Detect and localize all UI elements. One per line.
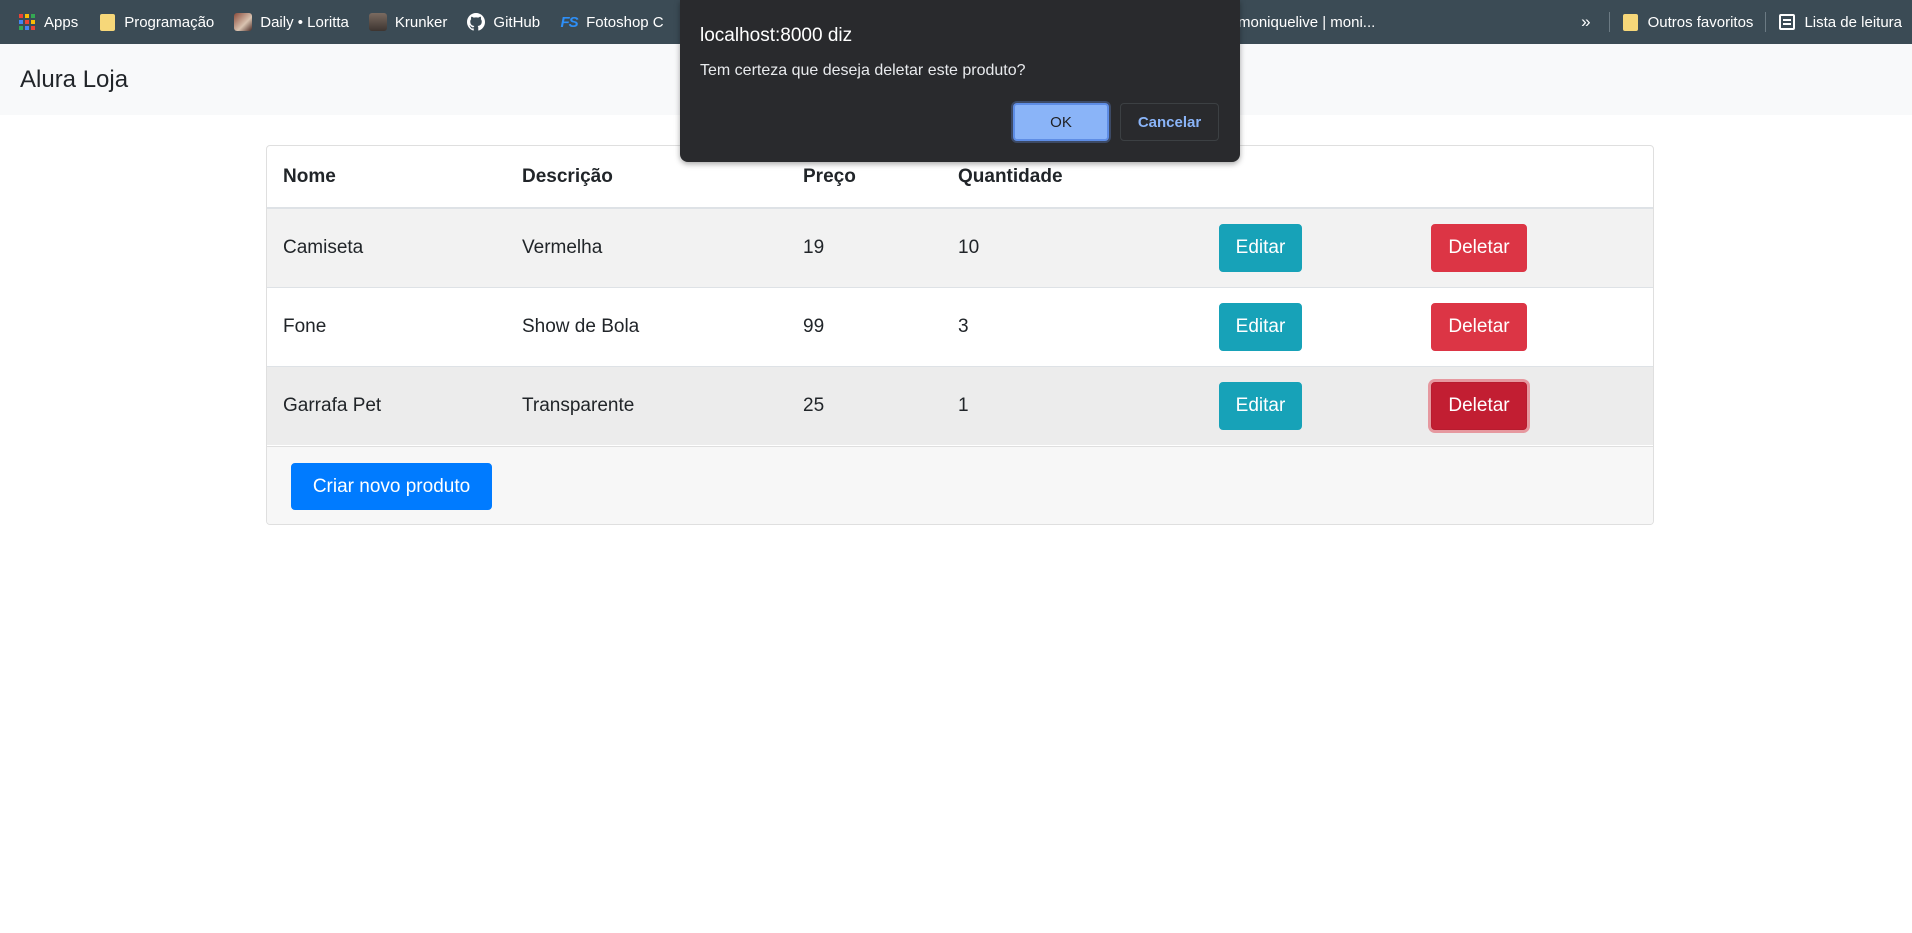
confirm-dialog: localhost:8000 diz Tem certeza que desej…	[680, 0, 1240, 162]
create-product-button[interactable]: Criar novo produto	[291, 463, 492, 510]
bookmark-label: moniquelive | moni...	[1238, 13, 1376, 31]
table-row: Camiseta Vermelha 19 10 Editar Deletar	[267, 207, 1653, 287]
cell-quantidade: 3	[942, 286, 1203, 366]
bookmark-github[interactable]: GitHub	[467, 13, 540, 31]
bookmarks-overflow-button[interactable]: »	[1581, 12, 1590, 32]
cell-preco: 99	[787, 286, 942, 366]
cell-nome: Camiseta	[267, 207, 506, 287]
bookmark-label: Krunker	[394, 13, 448, 31]
cell-preco: 25	[787, 365, 942, 445]
cell-delete: Deletar	[1415, 207, 1653, 287]
column-header-delete	[1415, 146, 1653, 209]
fotoshop-favicon-icon: FS	[560, 13, 579, 31]
edit-button[interactable]: Editar	[1219, 381, 1302, 430]
divider	[1765, 12, 1767, 32]
bookmark-label: Fotoshop C	[586, 13, 664, 31]
bookmark-label: GitHub	[493, 13, 541, 31]
dialog-cancel-button[interactable]: Cancelar	[1120, 103, 1219, 141]
dialog-title: localhost:8000 diz	[700, 25, 853, 46]
table-row: Fone Show de Bola 99 3 Editar Deletar	[267, 286, 1653, 366]
bookmark-fotoshop[interactable]: FS Fotoshop C	[560, 13, 664, 31]
folder-icon	[98, 13, 116, 31]
cell-edit: Editar	[1203, 207, 1415, 287]
column-header-nome: Nome	[267, 146, 506, 209]
cell-descricao: Show de Bola	[506, 286, 787, 366]
dialog-ok-button[interactable]: OK	[1013, 103, 1109, 141]
table-row: Garrafa Pet Transparente 25 1 Editar Del…	[267, 365, 1653, 445]
bookmark-label: Apps	[44, 13, 79, 31]
bookmark-programacao[interactable]: Programação	[98, 13, 214, 31]
cell-edit: Editar	[1203, 365, 1415, 445]
bookmark-other-favorites[interactable]: Outros favoritos	[1622, 13, 1754, 31]
products-table: Nome Descrição Preço Quantidade Camiseta…	[267, 146, 1653, 445]
bookmark-apps[interactable]: Apps	[18, 13, 78, 31]
bookmark-label: Daily • Loritta	[260, 13, 349, 31]
cell-nome: Garrafa Pet	[267, 365, 506, 445]
bookmark-label: Programação	[124, 13, 215, 31]
edit-button[interactable]: Editar	[1219, 302, 1302, 351]
edit-button[interactable]: Editar	[1219, 223, 1302, 272]
bookmarks-right-group: » Outros favoritos Lista de leitura	[1581, 0, 1902, 44]
cell-delete: Deletar	[1415, 286, 1653, 366]
cell-quantidade: 10	[942, 207, 1203, 287]
reading-list-icon	[1778, 13, 1796, 31]
reading-list-button[interactable]: Lista de leitura	[1778, 13, 1902, 31]
bookmark-krunker[interactable]: Krunker	[368, 13, 448, 31]
folder-icon	[1622, 13, 1640, 31]
delete-button[interactable]: Deletar	[1431, 223, 1527, 272]
apps-grid-icon	[18, 13, 36, 31]
cell-descricao: Transparente	[506, 365, 787, 445]
cell-quantidade: 1	[942, 365, 1203, 445]
delete-button[interactable]: Deletar	[1431, 302, 1527, 351]
bookmark-daily-loritta[interactable]: Daily • Loritta	[234, 13, 349, 31]
cell-edit: Editar	[1203, 286, 1415, 366]
dialog-message: Tem certeza que deseja deletar este prod…	[700, 62, 1026, 79]
divider	[1608, 12, 1610, 32]
navbar-brand[interactable]: Alura Loja	[20, 66, 128, 94]
products-card: Nome Descrição Preço Quantidade Camiseta…	[266, 145, 1654, 525]
loritta-favicon-icon	[234, 13, 253, 31]
card-footer: Criar novo produto	[267, 446, 1653, 524]
cell-nome: Fone	[267, 286, 506, 366]
cell-preco: 19	[787, 207, 942, 287]
bookmark-moniquelive[interactable]: moniquelive | moni...	[1238, 0, 1375, 44]
cell-descricao: Vermelha	[506, 207, 787, 287]
bookmark-label: Outros favoritos	[1647, 13, 1754, 31]
krunker-favicon-icon	[368, 13, 387, 31]
reading-list-label: Lista de leitura	[1804, 13, 1902, 31]
cell-delete: Deletar	[1415, 365, 1653, 445]
delete-button[interactable]: Deletar	[1431, 381, 1527, 430]
github-icon	[467, 13, 486, 31]
